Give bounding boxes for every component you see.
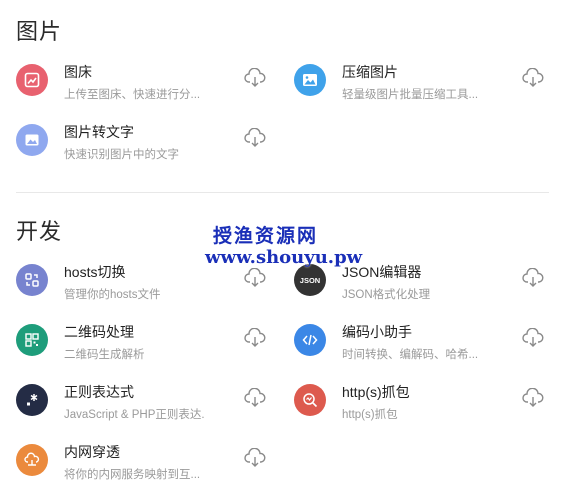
tool-name: 压缩图片 — [342, 64, 398, 80]
tool-compress-image[interactable]: 压缩图片 轻量级图片批量压缩工具... — [294, 64, 544, 114]
cloud-download-icon[interactable] — [244, 67, 266, 88]
tool-image-hosting[interactable]: 图床 上传至图床、快速进行分... — [16, 64, 266, 114]
cloud-download-icon[interactable] — [522, 67, 544, 88]
cloud-download-icon[interactable] — [522, 387, 544, 408]
watermark-title: 授渔资源网 — [213, 225, 319, 247]
tool-hosts-switch[interactable]: hosts切换 管理你的hosts文件 — [16, 264, 266, 314]
section-divider — [16, 192, 549, 193]
image-text-icon — [16, 124, 48, 156]
section-title-development: 开发 — [16, 219, 63, 244]
tool-regex[interactable]: 正则表达式 JavaScript & PHP正则表达... — [16, 384, 266, 434]
image-edit-icon — [16, 64, 48, 96]
image-compress-icon — [294, 64, 326, 96]
regex-icon — [16, 384, 48, 416]
tool-name: 编码小助手 — [342, 324, 412, 340]
capture-icon — [294, 384, 326, 416]
tool-name: 正则表达式 — [64, 384, 134, 400]
json-icon-text: JSON — [299, 275, 321, 285]
tool-encoding-helper[interactable]: 编码小助手 时间转换、编解码、哈希... — [294, 324, 544, 374]
tool-image-to-text[interactable]: 图片转文字 快速识别图片中的文字 — [16, 124, 266, 174]
cloud-download-icon[interactable] — [244, 327, 266, 348]
tool-desc: 快速识别图片中的文字 — [64, 149, 179, 161]
cloud-download-icon[interactable] — [522, 327, 544, 348]
tool-desc: 上传至图床、快速进行分... — [64, 89, 201, 101]
switch-icon — [16, 264, 48, 296]
cloud-network-icon — [16, 444, 48, 476]
tool-json-editor[interactable]: JSON JSON编辑器 JSON格式化处理 — [294, 264, 544, 314]
tool-name: 图片转文字 — [64, 124, 134, 140]
tool-desc: JSON格式化处理 — [342, 289, 431, 301]
tool-desc: 管理你的hosts文件 — [64, 289, 161, 301]
tool-http-capture[interactable]: http(s)抓包 http(s)抓包 — [294, 384, 544, 434]
cloud-download-icon[interactable] — [244, 387, 266, 408]
watermark: 授渔资源网 www.shouyu.pw — [205, 225, 363, 269]
tool-name: http(s)抓包 — [342, 384, 410, 400]
tool-desc: 将你的内网服务映射到互... — [64, 469, 201, 481]
tool-intranet-tunnel[interactable]: 内网穿透 将你的内网服务映射到互... — [16, 444, 266, 494]
tool-name: hosts切换 — [64, 264, 126, 280]
tool-desc: JavaScript & PHP正则表达... — [64, 409, 204, 421]
tool-name: 二维码处理 — [64, 324, 134, 340]
section-title-images: 图片 — [16, 19, 63, 44]
cloud-download-icon[interactable] — [522, 267, 544, 288]
tool-name: 图床 — [64, 64, 92, 80]
tool-desc: 二维码生成解析 — [64, 349, 145, 361]
tool-desc: 轻量级图片批量压缩工具... — [342, 89, 479, 101]
tool-name: 内网穿透 — [64, 444, 120, 460]
json-icon: JSON — [294, 264, 326, 296]
qrcode-icon — [16, 324, 48, 356]
cloud-download-icon[interactable] — [244, 127, 266, 148]
cloud-download-icon[interactable] — [244, 267, 266, 288]
tool-desc: 时间转换、编解码、哈希... — [342, 349, 479, 361]
watermark-url: www.shouyu.pw — [205, 246, 363, 268]
code-icon — [294, 324, 326, 356]
cloud-download-icon[interactable] — [244, 447, 266, 468]
tool-qrcode[interactable]: 二维码处理 二维码生成解析 — [16, 324, 266, 374]
tool-desc: http(s)抓包 — [342, 409, 398, 421]
